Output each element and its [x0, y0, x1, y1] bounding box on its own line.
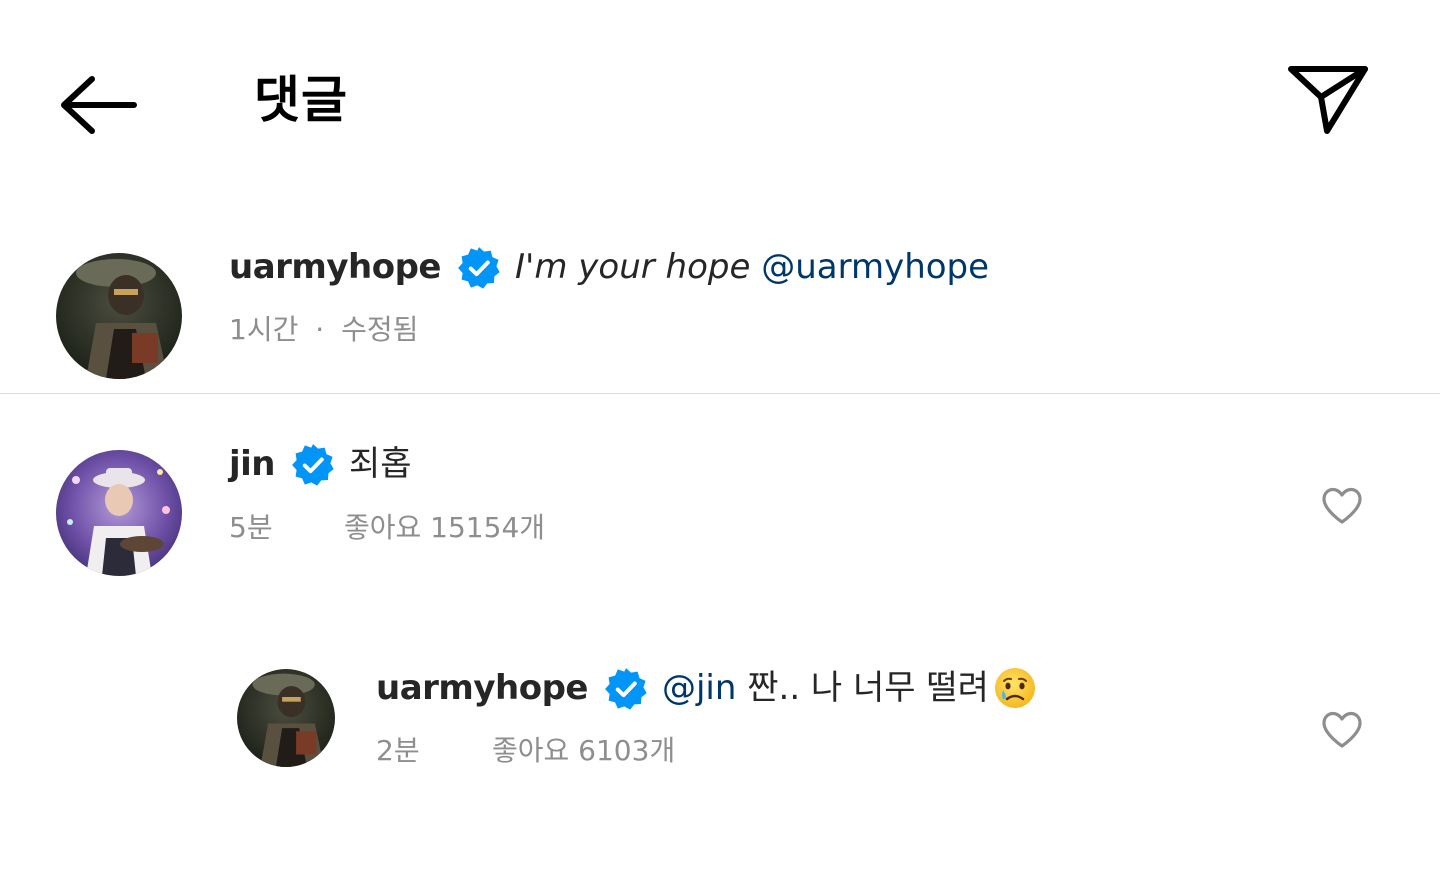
avatar[interactable]	[56, 450, 182, 576]
avatar[interactable]	[56, 253, 182, 379]
caption-meta: 1시간 · 수정됨	[229, 312, 418, 348]
verified-badge-icon	[605, 668, 647, 710]
reply-space	[736, 666, 747, 710]
caption-space	[750, 245, 761, 289]
avatar[interactable]	[237, 669, 335, 767]
page-title: 댓글	[254, 71, 348, 129]
reply-likes-count[interactable]: 좋아요 6103개	[492, 733, 675, 769]
reply-text: 짠.. 나 너무 떨려	[747, 668, 989, 708]
share-button[interactable]	[1282, 58, 1374, 138]
avatar-image	[56, 450, 182, 576]
caption-username[interactable]: uarmyhope	[229, 245, 441, 289]
comment-line: jin 죄홉	[229, 442, 412, 486]
reply-time: 2분	[376, 734, 420, 767]
heart-icon	[1322, 711, 1362, 748]
avatar-image	[237, 669, 335, 767]
reply-username[interactable]: uarmyhope	[376, 666, 588, 710]
caption-time: 1시간	[229, 313, 299, 346]
header-bar: 댓글	[0, 0, 1440, 200]
divider	[0, 393, 1440, 394]
like-button[interactable]	[1318, 706, 1366, 754]
arrow-left-icon	[61, 76, 137, 134]
verified-badge-icon	[292, 444, 334, 486]
crying-face-emoji-icon	[994, 668, 1035, 708]
caption-text: I'm your hope	[514, 247, 751, 287]
reply-line: uarmyhope @jin 짠.. 나 너무 떨려	[376, 666, 1037, 710]
comment-likes-count[interactable]: 좋아요 15154개	[344, 510, 545, 546]
meta-separator: ·	[315, 313, 325, 346]
caption-mention[interactable]: @uarmyhope	[761, 245, 989, 289]
caption-line: uarmyhope I'm your hope @uarmyhope	[229, 245, 989, 289]
back-button[interactable]	[52, 70, 144, 140]
comment-username[interactable]: jin	[229, 442, 276, 486]
heart-icon	[1322, 487, 1362, 524]
reply-mention[interactable]: @jin	[662, 666, 736, 710]
avatar-image	[56, 253, 182, 379]
caption-edited: 수정됨	[341, 313, 419, 346]
comment-time: 5분	[229, 511, 273, 544]
verified-badge-icon	[458, 247, 500, 289]
comment-text: 죄홉	[349, 444, 412, 484]
like-button[interactable]	[1318, 482, 1366, 530]
paper-plane-icon	[1288, 66, 1368, 134]
comments-screen: 댓글 uarmyhope I'm your hope @uarmyhope 1시…	[0, 0, 1440, 877]
